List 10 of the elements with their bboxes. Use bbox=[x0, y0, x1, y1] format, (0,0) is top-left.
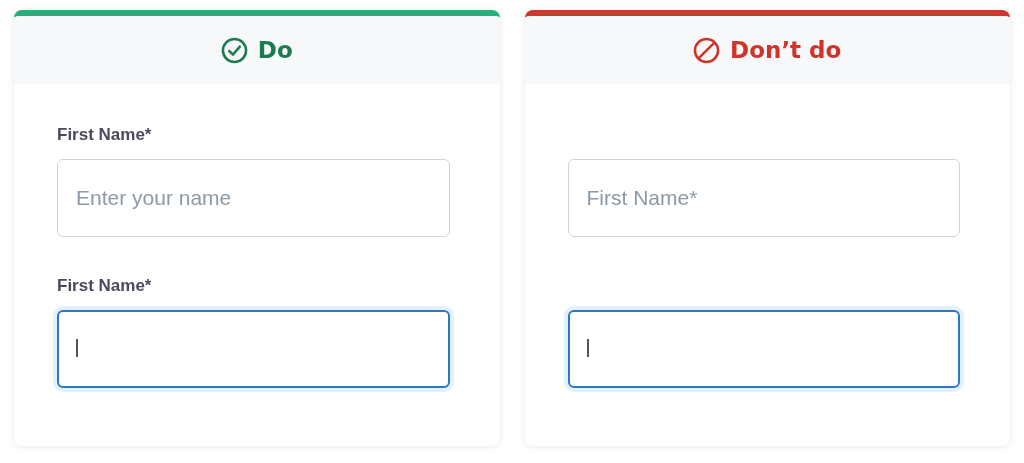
field-label: First Name* bbox=[57, 125, 152, 145]
prohibited-icon bbox=[693, 36, 721, 64]
card-title: Don’t do bbox=[730, 37, 842, 63]
input-field[interactable] bbox=[567, 310, 960, 388]
check-circle-icon bbox=[220, 36, 248, 64]
text-cursor bbox=[76, 339, 78, 357]
card-title: Do bbox=[257, 37, 293, 63]
input-field[interactable] bbox=[57, 310, 450, 388]
text-cursor bbox=[586, 339, 589, 357]
field-label: First Name* bbox=[57, 276, 152, 296]
